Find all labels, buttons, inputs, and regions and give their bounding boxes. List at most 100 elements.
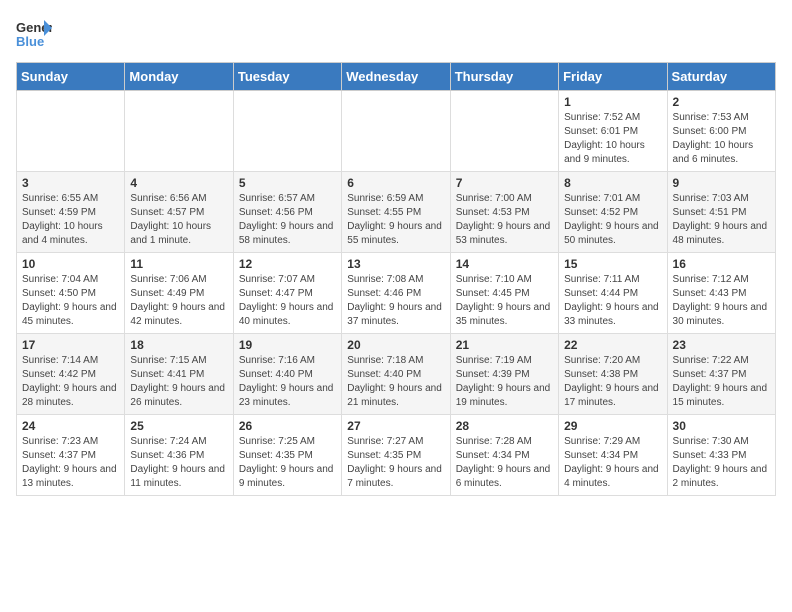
calendar-week-row: 10 Sunrise: 7:04 AM Sunset: 4:50 PM Dayli… xyxy=(17,253,776,334)
calendar-day-cell: 14 Sunrise: 7:10 AM Sunset: 4:45 PM Dayli… xyxy=(450,253,558,334)
header: General Blue xyxy=(16,16,776,52)
calendar-day-cell: 6 Sunrise: 6:59 AM Sunset: 4:55 PM Daylig… xyxy=(342,172,450,253)
day-info: Sunrise: 6:56 AM Sunset: 4:57 PM Dayligh… xyxy=(130,192,227,248)
day-info: Sunrise: 7:30 AM Sunset: 4:33 PM Dayligh… xyxy=(673,435,770,491)
day-of-week-header: Wednesday xyxy=(342,63,450,91)
svg-text:Blue: Blue xyxy=(16,34,44,49)
day-info: Sunrise: 7:15 AM Sunset: 4:41 PM Dayligh… xyxy=(130,354,227,410)
day-info: Sunrise: 7:25 AM Sunset: 4:35 PM Dayligh… xyxy=(239,435,336,491)
day-of-week-header: Monday xyxy=(125,63,233,91)
day-number: 18 xyxy=(130,338,227,352)
day-number: 1 xyxy=(564,95,661,109)
day-number: 10 xyxy=(22,257,119,271)
day-info: Sunrise: 7:12 AM Sunset: 4:43 PM Dayligh… xyxy=(673,273,770,329)
day-number: 19 xyxy=(239,338,336,352)
calendar-day-cell xyxy=(17,91,125,172)
calendar-day-cell: 13 Sunrise: 7:08 AM Sunset: 4:46 PM Dayli… xyxy=(342,253,450,334)
day-info: Sunrise: 7:16 AM Sunset: 4:40 PM Dayligh… xyxy=(239,354,336,410)
day-of-week-header: Tuesday xyxy=(233,63,341,91)
day-number: 21 xyxy=(456,338,553,352)
day-of-week-header: Saturday xyxy=(667,63,775,91)
day-of-week-header: Friday xyxy=(559,63,667,91)
logo-graphic: General Blue xyxy=(16,16,52,52)
calendar-table: SundayMondayTuesdayWednesdayThursdayFrid… xyxy=(16,62,776,496)
day-info: Sunrise: 7:52 AM Sunset: 6:01 PM Dayligh… xyxy=(564,111,661,167)
day-info: Sunrise: 7:28 AM Sunset: 4:34 PM Dayligh… xyxy=(456,435,553,491)
calendar-day-cell: 8Sunrise: 7:01 AM Sunset: 4:52 PM Daylig… xyxy=(559,172,667,253)
day-number: 12 xyxy=(239,257,336,271)
calendar-day-cell: 21 Sunrise: 7:19 AM Sunset: 4:39 PM Dayli… xyxy=(450,334,558,415)
day-info: Sunrise: 7:29 AM Sunset: 4:34 PM Dayligh… xyxy=(564,435,661,491)
day-number: 20 xyxy=(347,338,444,352)
calendar-day-cell: 2 Sunrise: 7:53 AM Sunset: 6:00 PM Daylig… xyxy=(667,91,775,172)
day-number: 23 xyxy=(673,338,770,352)
day-number: 3 xyxy=(22,176,119,190)
calendar-day-cell: 3 Sunrise: 6:55 AM Sunset: 4:59 PM Daylig… xyxy=(17,172,125,253)
day-info: Sunrise: 6:57 AM Sunset: 4:56 PM Dayligh… xyxy=(239,192,336,248)
calendar-day-cell xyxy=(450,91,558,172)
day-info: Sunrise: 7:24 AM Sunset: 4:36 PM Dayligh… xyxy=(130,435,227,491)
day-number: 28 xyxy=(456,419,553,433)
calendar-day-cell: 23 Sunrise: 7:22 AM Sunset: 4:37 PM Dayli… xyxy=(667,334,775,415)
calendar-day-cell: 11 Sunrise: 7:06 AM Sunset: 4:49 PM Dayli… xyxy=(125,253,233,334)
day-number: 15 xyxy=(564,257,661,271)
day-number: 11 xyxy=(130,257,227,271)
day-info: Sunrise: 7:14 AM Sunset: 4:42 PM Dayligh… xyxy=(22,354,119,410)
day-number: 22 xyxy=(564,338,661,352)
calendar-day-cell: 9Sunrise: 7:03 AM Sunset: 4:51 PM Daylig… xyxy=(667,172,775,253)
day-info: Sunrise: 7:00 AM Sunset: 4:53 PM Dayligh… xyxy=(456,192,553,248)
day-info: Sunrise: 7:01 AM Sunset: 4:52 PM Dayligh… xyxy=(564,192,661,248)
calendar-day-cell xyxy=(342,91,450,172)
day-of-week-header: Thursday xyxy=(450,63,558,91)
day-number: 29 xyxy=(564,419,661,433)
day-number: 9 xyxy=(673,176,770,190)
calendar-day-cell: 4Sunrise: 6:56 AM Sunset: 4:57 PM Daylig… xyxy=(125,172,233,253)
calendar-day-cell: 20 Sunrise: 7:18 AM Sunset: 4:40 PM Dayli… xyxy=(342,334,450,415)
day-info: Sunrise: 6:55 AM Sunset: 4:59 PM Dayligh… xyxy=(22,192,119,248)
calendar-day-cell: 1 Sunrise: 7:52 AM Sunset: 6:01 PM Daylig… xyxy=(559,91,667,172)
calendar-day-cell: 19 Sunrise: 7:16 AM Sunset: 4:40 PM Dayli… xyxy=(233,334,341,415)
day-info: Sunrise: 7:27 AM Sunset: 4:35 PM Dayligh… xyxy=(347,435,444,491)
day-info: Sunrise: 7:18 AM Sunset: 4:40 PM Dayligh… xyxy=(347,354,444,410)
day-info: Sunrise: 6:59 AM Sunset: 4:55 PM Dayligh… xyxy=(347,192,444,248)
day-info: Sunrise: 7:04 AM Sunset: 4:50 PM Dayligh… xyxy=(22,273,119,329)
day-info: Sunrise: 7:53 AM Sunset: 6:00 PM Dayligh… xyxy=(673,111,770,167)
day-info: Sunrise: 7:06 AM Sunset: 4:49 PM Dayligh… xyxy=(130,273,227,329)
calendar-day-cell: 25 Sunrise: 7:24 AM Sunset: 4:36 PM Dayli… xyxy=(125,415,233,496)
calendar-day-cell: 12 Sunrise: 7:07 AM Sunset: 4:47 PM Dayli… xyxy=(233,253,341,334)
calendar-day-cell: 17 Sunrise: 7:14 AM Sunset: 4:42 PM Dayli… xyxy=(17,334,125,415)
day-number: 13 xyxy=(347,257,444,271)
day-number: 27 xyxy=(347,419,444,433)
calendar-day-cell: 7 Sunrise: 7:00 AM Sunset: 4:53 PM Daylig… xyxy=(450,172,558,253)
calendar-week-row: 17 Sunrise: 7:14 AM Sunset: 4:42 PM Dayli… xyxy=(17,334,776,415)
day-number: 26 xyxy=(239,419,336,433)
day-number: 25 xyxy=(130,419,227,433)
calendar-day-cell: 16 Sunrise: 7:12 AM Sunset: 4:43 PM Dayli… xyxy=(667,253,775,334)
day-info: Sunrise: 7:19 AM Sunset: 4:39 PM Dayligh… xyxy=(456,354,553,410)
calendar-day-cell: 24Sunrise: 7:23 AM Sunset: 4:37 PM Dayli… xyxy=(17,415,125,496)
calendar-day-cell: 10 Sunrise: 7:04 AM Sunset: 4:50 PM Dayli… xyxy=(17,253,125,334)
calendar-day-cell: 15 Sunrise: 7:11 AM Sunset: 4:44 PM Dayli… xyxy=(559,253,667,334)
day-info: Sunrise: 7:11 AM Sunset: 4:44 PM Dayligh… xyxy=(564,273,661,329)
logo: General Blue xyxy=(16,16,52,52)
day-info: Sunrise: 7:10 AM Sunset: 4:45 PM Dayligh… xyxy=(456,273,553,329)
day-number: 30 xyxy=(673,419,770,433)
day-info: Sunrise: 7:22 AM Sunset: 4:37 PM Dayligh… xyxy=(673,354,770,410)
day-number: 14 xyxy=(456,257,553,271)
calendar-week-row: 24Sunrise: 7:23 AM Sunset: 4:37 PM Dayli… xyxy=(17,415,776,496)
day-number: 17 xyxy=(22,338,119,352)
logo-svg: General Blue xyxy=(16,16,52,52)
calendar-week-row: 3 Sunrise: 6:55 AM Sunset: 4:59 PM Daylig… xyxy=(17,172,776,253)
day-number: 16 xyxy=(673,257,770,271)
calendar-day-cell xyxy=(125,91,233,172)
day-info: Sunrise: 7:08 AM Sunset: 4:46 PM Dayligh… xyxy=(347,273,444,329)
day-number: 7 xyxy=(456,176,553,190)
calendar-day-cell: 5Sunrise: 6:57 AM Sunset: 4:56 PM Daylig… xyxy=(233,172,341,253)
calendar-day-cell: 27 Sunrise: 7:27 AM Sunset: 4:35 PM Dayli… xyxy=(342,415,450,496)
calendar-day-cell: 26 Sunrise: 7:25 AM Sunset: 4:35 PM Dayli… xyxy=(233,415,341,496)
day-number: 6 xyxy=(347,176,444,190)
day-info: Sunrise: 7:07 AM Sunset: 4:47 PM Dayligh… xyxy=(239,273,336,329)
calendar-day-cell: 30 Sunrise: 7:30 AM Sunset: 4:33 PM Dayli… xyxy=(667,415,775,496)
day-info: Sunrise: 7:20 AM Sunset: 4:38 PM Dayligh… xyxy=(564,354,661,410)
day-number: 2 xyxy=(673,95,770,109)
